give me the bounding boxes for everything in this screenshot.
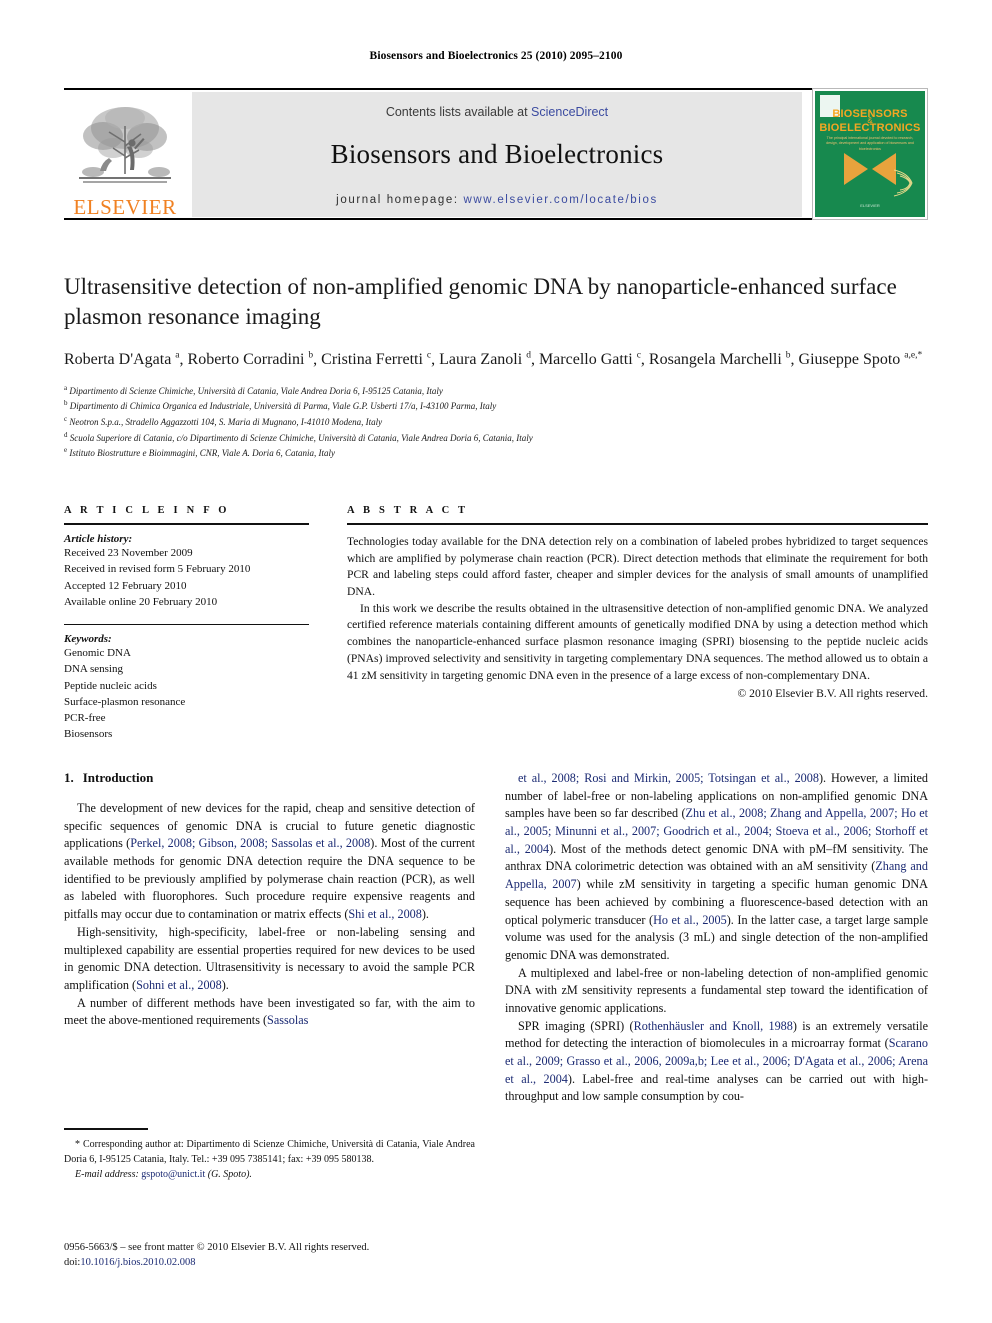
keyword-item: DNA sensing <box>64 663 123 676</box>
journal-homepage-link[interactable]: www.elsevier.com/locate/bios <box>463 194 657 206</box>
email-link[interactable]: gspoto@unict.it <box>141 1169 205 1180</box>
article-history-item: Accepted 12 February 2010 <box>64 579 187 592</box>
affiliation-list: a Dipartimento di Scienze Chimiche, Univ… <box>64 383 928 461</box>
doi-link[interactable]: 10.1016/j.bios.2010.02.008 <box>80 1257 195 1268</box>
body-paragraph: The development of new devices for the r… <box>64 801 475 922</box>
keywords-list: Genomic DNA DNA sensing Peptide nucleic ac… <box>64 645 309 743</box>
affiliation-item: c Neotron S.p.a., Stradello Aggazzotti 1… <box>64 415 383 428</box>
corresponding-author-footnote: * Corresponding author at: Dipartimento d… <box>64 1128 475 1182</box>
sciencedirect-link[interactable]: ScienceDirect <box>531 105 608 119</box>
journal-masthead: ELSEVIER Contents lists available at Sci… <box>64 88 928 220</box>
footnote-star-marker: * <box>75 1138 80 1150</box>
keywords-label: Keywords: <box>64 633 112 646</box>
body-paragraph: A multiplexed and label-free or non-labe… <box>505 965 928 1015</box>
elsevier-logo: ELSEVIER <box>64 92 186 218</box>
homepage-prefix: journal homepage: <box>336 194 459 206</box>
journal-title: Biosensors and Bioelectronics <box>330 139 664 169</box>
abstract-rule <box>347 523 928 525</box>
body-left-column: 1. Introduction The development of new de… <box>64 770 475 1030</box>
section-number: 1. <box>64 770 74 785</box>
cover-spiral-icon <box>891 168 917 203</box>
contents-prefix: Contents lists available at <box>385 105 532 119</box>
article-info-rule <box>64 523 309 525</box>
footnote-email-line: E-mail address: gspoto@unict.it (G. Spot… <box>64 1167 475 1182</box>
body-right-column: et al., 2008; Rosi and Mirkin, 2005; Tot… <box>505 770 928 1106</box>
keyword-item: Peptide nucleic acids <box>64 679 157 692</box>
abstract-body: Technologies today available for the DNA… <box>347 534 928 684</box>
article-history-item: Received in revised form 5 February 2010 <box>64 563 251 576</box>
article-page: Biosensors and Bioelectronics 25 (2010) … <box>0 0 992 1323</box>
doi-line: doi:10.1016/j.bios.2010.02.008 <box>64 1255 564 1270</box>
page-footer: 0956-5663/$ – see front matter © 2010 El… <box>64 1240 564 1270</box>
article-history-item: Received 23 November 2009 <box>64 547 193 559</box>
affiliation-marker: c <box>64 415 68 424</box>
affiliation-item: a Dipartimento di Scienze Chimiche, Univ… <box>64 383 443 396</box>
abstract-paragraph-2: In this work we describe the results obt… <box>347 601 928 682</box>
keyword-item: Genomic DNA <box>64 647 131 660</box>
affiliation-marker: e <box>64 446 68 455</box>
running-head: Biosensors and Bioelectronics 25 (2010) … <box>369 50 623 62</box>
affiliation-item: e Istituto Biostrutture e Bioimmagini, C… <box>64 446 335 459</box>
article-history-label: Article history: <box>64 533 133 545</box>
elsevier-wordmark: ELSEVIER <box>73 195 177 219</box>
keyword-item: Surface-plasmon resonance <box>64 695 186 708</box>
journal-cover-art: BIOSENSORS & BIOELECTRONICS The principa… <box>815 91 925 217</box>
masthead-bottom-rule <box>64 218 928 220</box>
body-paragraph: SPR imaging (SPRI) (Rothenhäusler and Kn… <box>505 1018 929 1104</box>
affiliation-item: d Scuola Superiore di Catania, c/o Dipar… <box>64 430 533 443</box>
issn-copyright-line: 0956-5663/$ – see front matter © 2010 El… <box>64 1242 370 1253</box>
keyword-item: Biosensors <box>64 728 113 741</box>
affiliation-marker: b <box>64 399 68 408</box>
page-title: Ultrasensitive detection of non-amplifie… <box>64 274 897 330</box>
masthead-center: Contents lists available at ScienceDirec… <box>192 92 802 217</box>
journal-cover-thumbnail: BIOSENSORS & BIOELECTRONICS The principa… <box>812 88 928 220</box>
title-block: Ultrasensitive detection of non-amplifie… <box>64 272 928 461</box>
footnote-text: * Corresponding author at: Dipartimento d… <box>64 1137 475 1167</box>
journal-homepage-line: journal homepage: www.elsevier.com/locat… <box>336 194 658 206</box>
email-owner: (G. Spoto). <box>207 1168 252 1180</box>
article-history-item: Available online 20 February 2010 <box>64 595 218 608</box>
author-list: Roberta D'Agata a, Roberto Corradini b, … <box>64 350 923 368</box>
footnote-body: Corresponding author at: Dipartimento di… <box>64 1138 475 1165</box>
article-info-heading: A R T I C L E I N F O <box>64 505 230 516</box>
affiliation-marker: a <box>64 383 68 392</box>
email-label: E-mail address: <box>75 1168 139 1180</box>
body-paragraph: A number of different methods have been … <box>64 995 475 1028</box>
abstract-copyright: © 2010 Elsevier B.V. All rights reserved… <box>737 687 928 701</box>
right-column-paragraphs: et al., 2008; Rosi and Mirkin, 2005; Tot… <box>505 770 928 1106</box>
section-heading-introduction: 1. Introduction <box>64 770 475 786</box>
keyword-item: PCR-free <box>64 712 106 725</box>
cover-footer-text: ELSEVIER <box>860 203 880 208</box>
masthead-top-rule <box>64 88 928 90</box>
doi-label: doi: <box>64 1257 81 1269</box>
cover-bowtie-icon <box>842 149 898 194</box>
abstract-paragraph-1: Technologies today available for the DNA… <box>347 535 928 599</box>
article-body: 1. Introduction The development of new de… <box>64 770 928 1270</box>
article-info-column: A R T I C L E I N F O Article history: R… <box>64 505 309 743</box>
contents-available-line: Contents lists available at ScienceDirec… <box>386 105 608 119</box>
affiliation-item: b Dipartimento di Chimica Organica ed In… <box>64 399 497 412</box>
cover-title-line2: BIOELECTRONICS <box>819 122 921 134</box>
left-column-paragraphs: The development of new devices for the r… <box>64 800 475 1030</box>
section-title: Introduction <box>82 770 154 785</box>
keywords-rule <box>64 624 309 626</box>
body-paragraph: High-sensitivity, high-specificity, labe… <box>64 924 475 992</box>
body-paragraph: et al., 2008; Rosi and Mirkin, 2005; Tot… <box>505 771 928 962</box>
abstract-heading: A B S T R A C T <box>347 505 469 516</box>
footnote-rule <box>64 1128 148 1130</box>
elsevier-tree-icon <box>73 102 177 196</box>
article-history-list: Received 23 November 2009 Received in rev… <box>64 545 309 610</box>
abstract-column: A B S T R A C T Technologies today avail… <box>347 505 928 700</box>
affiliation-marker: d <box>64 430 68 439</box>
